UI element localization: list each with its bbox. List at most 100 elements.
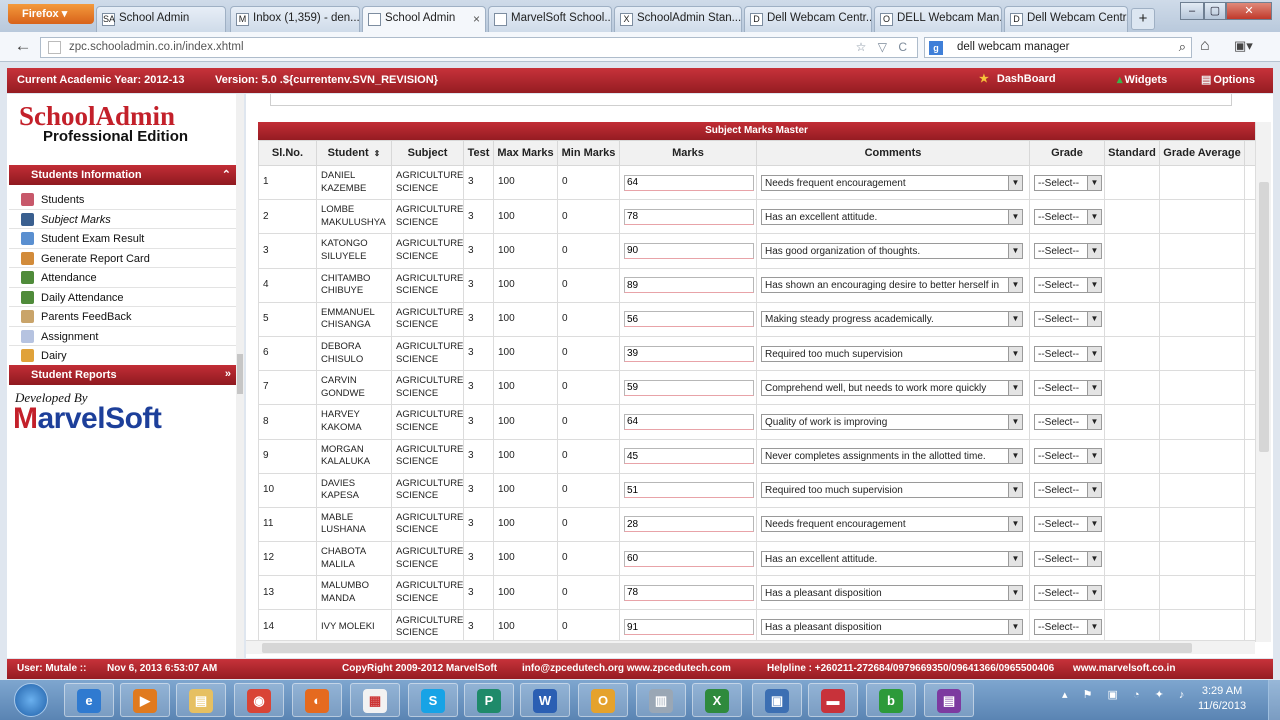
comment-dropdown[interactable]: Has a pleasant disposition ▼ xyxy=(761,619,1023,636)
skype-taskbar-button[interactable]: S xyxy=(408,683,458,717)
grade-dropdown[interactable]: --Select-- ▼ xyxy=(1034,345,1102,362)
dropdown-arrow-icon[interactable]: ▼ xyxy=(1008,175,1022,190)
dropdown-arrow-icon[interactable]: ▼ xyxy=(1008,312,1022,327)
marks-input[interactable] xyxy=(624,516,754,533)
students-information-header[interactable]: Students Information ⌃ xyxy=(9,165,237,185)
browser-tab[interactable]: D Dell Webcam Centr... xyxy=(1004,6,1128,32)
sidebar-scrollbar[interactable] xyxy=(236,94,244,658)
sidebar-item[interactable]: Attendance xyxy=(9,268,237,288)
comment-dropdown[interactable]: Quality of work is improving ▼ xyxy=(761,413,1023,430)
browser-tab[interactable]: X SchoolAdmin Stan... xyxy=(614,6,742,32)
dropdown-arrow-icon[interactable]: ▼ xyxy=(1008,414,1022,429)
marks-input[interactable] xyxy=(624,619,754,636)
marks-input[interactable] xyxy=(624,413,754,430)
bookmark-reload-icons[interactable]: ☆ ▽ C xyxy=(856,40,911,54)
dropdown-arrow-icon[interactable]: ▼ xyxy=(1087,517,1101,532)
comment-dropdown[interactable]: Has shown an encouraging desire to bette… xyxy=(761,277,1023,294)
dropdown-arrow-icon[interactable]: ▼ xyxy=(1008,517,1022,532)
footer-site-link[interactable]: www.marvelsoft.co.in xyxy=(1073,663,1175,674)
grade-dropdown[interactable]: --Select-- ▼ xyxy=(1034,482,1102,499)
comment-dropdown[interactable]: Has a pleasant disposition ▼ xyxy=(761,584,1023,601)
search-bar[interactable]: g dell webcam manager ⌕ xyxy=(924,37,1192,58)
student-reports-header[interactable]: Student Reports » xyxy=(9,365,237,385)
new-tab-button[interactable]: + xyxy=(1131,8,1155,30)
grid-horizontal-scrollbar[interactable] xyxy=(246,640,1255,654)
dropdown-arrow-icon[interactable]: ▼ xyxy=(1087,585,1101,600)
start-button[interactable] xyxy=(14,683,48,717)
options-link[interactable]: ▤ Options xyxy=(1201,73,1255,86)
sidebar-scroll-thumb[interactable] xyxy=(237,354,243,394)
grade-dropdown[interactable]: --Select-- ▼ xyxy=(1034,208,1102,225)
browser-tab[interactable]: School Admin × xyxy=(362,6,486,32)
marks-input[interactable] xyxy=(624,311,754,328)
dropdown-arrow-icon[interactable]: ▼ xyxy=(1087,483,1101,498)
dropdown-arrow-icon[interactable]: ▼ xyxy=(1008,449,1022,464)
dropdown-arrow-icon[interactable]: ▼ xyxy=(1087,414,1101,429)
comment-dropdown[interactable]: Needs frequent encouragement ▼ xyxy=(761,516,1023,533)
comment-dropdown[interactable]: Comprehend well, but needs to work more … xyxy=(761,379,1023,396)
dropdown-arrow-icon[interactable]: ▼ xyxy=(1087,312,1101,327)
comment-dropdown[interactable]: Never completes assignments in the allot… xyxy=(761,448,1023,465)
toolbox-taskbar-button[interactable]: ▬ xyxy=(808,683,858,717)
sidebar-item[interactable]: Parents FeedBack xyxy=(9,307,237,327)
dropdown-arrow-icon[interactable]: ▼ xyxy=(1087,209,1101,224)
network-taskbar-button[interactable]: ▣ xyxy=(752,683,802,717)
dropdown-arrow-icon[interactable]: ▼ xyxy=(1008,483,1022,498)
publisher-taskbar-button[interactable]: P xyxy=(464,683,514,717)
dropdown-arrow-icon[interactable]: ▼ xyxy=(1008,209,1022,224)
grade-dropdown[interactable]: --Select-- ▼ xyxy=(1034,311,1102,328)
firefox-menu-button[interactable]: Firefox ▾ xyxy=(8,4,94,24)
marks-input[interactable] xyxy=(624,174,754,191)
browser-tab[interactable]: O DELL Webcam Man... xyxy=(874,6,1002,32)
grade-dropdown[interactable]: --Select-- ▼ xyxy=(1034,550,1102,567)
marks-input[interactable] xyxy=(624,277,754,294)
browser-tab[interactable]: SA School Admin xyxy=(96,6,226,32)
grid-vertical-scrollbar[interactable] xyxy=(1255,122,1271,642)
dashboard-link[interactable]: ★ DashBoard xyxy=(979,72,1056,85)
dropdown-arrow-icon[interactable]: ▼ xyxy=(1008,278,1022,293)
sidebar-item[interactable]: Student Exam Result xyxy=(9,229,237,249)
marks-input[interactable] xyxy=(624,379,754,396)
marks-input[interactable] xyxy=(624,584,754,601)
sidebar-item[interactable]: Generate Report Card xyxy=(9,249,237,268)
dropdown-arrow-icon[interactable]: ▼ xyxy=(1087,449,1101,464)
back-arrow-icon[interactable]: ← xyxy=(10,36,36,58)
comment-dropdown[interactable]: Has good organization of thoughts. ▼ xyxy=(761,242,1023,259)
dropdown-arrow-icon[interactable]: ▼ xyxy=(1008,585,1022,600)
dropdown-arrow-icon[interactable]: ▼ xyxy=(1087,551,1101,566)
browser-tab[interactable]: M Inbox (1,359) - den... xyxy=(230,6,360,32)
marks-input[interactable] xyxy=(624,345,754,362)
sort-icon[interactable]: ⇕ xyxy=(374,149,381,158)
grade-dropdown[interactable]: --Select-- ▼ xyxy=(1034,516,1102,533)
horizontal-scroll-thumb[interactable] xyxy=(262,643,1192,653)
grade-dropdown[interactable]: --Select-- ▼ xyxy=(1034,448,1102,465)
expand-chevron-icon[interactable]: » xyxy=(225,368,231,380)
home-icon[interactable]: ⌂ xyxy=(1200,37,1210,55)
media-player-taskbar-button[interactable]: ▶ xyxy=(120,683,170,717)
grade-dropdown[interactable]: --Select-- ▼ xyxy=(1034,584,1102,601)
dropdown-arrow-icon[interactable]: ▼ xyxy=(1087,620,1101,635)
grade-dropdown[interactable]: --Select-- ▼ xyxy=(1034,242,1102,259)
dropdown-arrow-icon[interactable]: ▼ xyxy=(1008,346,1022,361)
comment-dropdown[interactable]: Making steady progress academically. ▼ xyxy=(761,311,1023,328)
vertical-scroll-thumb[interactable] xyxy=(1259,182,1269,452)
grade-dropdown[interactable]: --Select-- ▼ xyxy=(1034,277,1102,294)
sidebar-item[interactable]: Dairy xyxy=(9,346,237,366)
grade-dropdown[interactable]: --Select-- ▼ xyxy=(1034,413,1102,430)
dropdown-arrow-icon[interactable]: ▼ xyxy=(1008,380,1022,395)
url-bar[interactable]: zpc.schooladmin.co.in/index.xhtml ☆ ▽ C xyxy=(40,37,918,58)
comment-dropdown[interactable]: Has an excellent attitude. ▼ xyxy=(761,208,1023,225)
sidebar-item[interactable]: Subject Marks xyxy=(9,210,237,229)
bookmarks-menu-icon[interactable]: ▣▾ xyxy=(1234,38,1253,54)
dropdown-arrow-icon[interactable]: ▼ xyxy=(1087,175,1101,190)
close-window-button[interactable]: ✕ xyxy=(1226,2,1272,20)
collapse-chevron-icon[interactable]: ⌃ xyxy=(222,168,231,181)
comment-dropdown[interactable]: Required too much supervision ▼ xyxy=(761,482,1023,499)
show-desktop-button[interactable] xyxy=(1268,680,1280,720)
comment-dropdown[interactable]: Has an excellent attitude. ▼ xyxy=(761,550,1023,567)
widgets-link[interactable]: ▴ Widgets xyxy=(1117,73,1167,86)
calculator-taskbar-button[interactable]: ▥ xyxy=(636,683,686,717)
maximize-button[interactable]: ▢ xyxy=(1204,2,1226,20)
sidebar-item[interactable]: Daily Attendance xyxy=(9,288,237,307)
chrome-taskbar-button[interactable]: ◉ xyxy=(234,683,284,717)
